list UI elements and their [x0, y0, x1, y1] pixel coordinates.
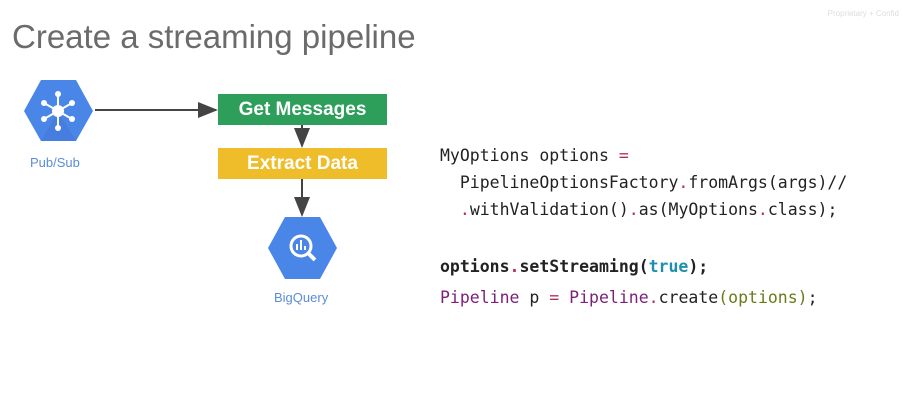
code-token: MyOptions options: [440, 146, 619, 165]
code-token: .: [678, 173, 689, 192]
code-token: create: [658, 288, 719, 307]
slide: Create a streaming pipeline Proprietary …: [0, 0, 903, 410]
code-token: .: [628, 200, 639, 219]
code-token: .: [509, 257, 520, 276]
code-line-5: Pipeline p = Pipeline.create(options);: [440, 288, 818, 307]
pubsub-icon: [24, 80, 93, 141]
step-extract-data: Extract Data: [218, 148, 387, 179]
code-token: options: [440, 257, 510, 276]
code-token: class);: [767, 200, 838, 219]
code-line-3: .withValidation().as(MyOptions.class);: [440, 200, 838, 219]
code-token: fromArgs(args)//: [688, 173, 848, 192]
code-token: .: [757, 200, 768, 219]
code-token: .: [648, 288, 659, 307]
bigquery-label: BigQuery: [274, 290, 329, 305]
code-keyword-true: true: [648, 257, 689, 276]
code-token: as(MyOptions: [638, 200, 758, 219]
code-token: ;: [807, 288, 818, 307]
code-line-2: PipelineOptionsFactory.fromArgs(args)//: [440, 173, 847, 192]
code-token: Pipeline: [569, 288, 649, 307]
bigquery-icon: [268, 217, 337, 279]
code-token: PipelineOptionsFactory: [440, 173, 679, 192]
code-line-4: options.setStreaming(true);: [440, 257, 708, 276]
code-token: withValidation(): [469, 200, 629, 219]
code-token: );: [688, 257, 709, 276]
code-token: p: [519, 288, 550, 307]
code-line-1: MyOptions options =: [440, 146, 629, 165]
code-token: setStreaming(: [519, 257, 649, 276]
code-token: =: [618, 146, 629, 165]
code-token: (options): [718, 288, 808, 307]
code-token: Pipeline: [440, 288, 520, 307]
pubsub-label: Pub/Sub: [30, 155, 80, 170]
step-get-messages: Get Messages: [218, 94, 387, 125]
code-token: .: [459, 200, 470, 219]
code-token: =: [549, 288, 560, 307]
